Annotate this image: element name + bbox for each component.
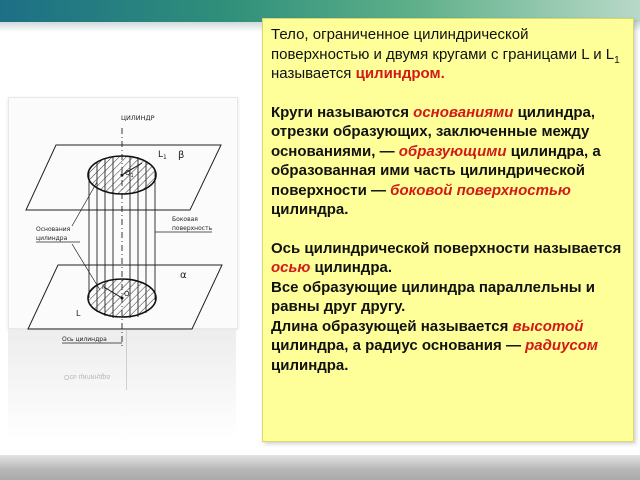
paragraph-bases-generators: Круги называются основаниями цилиндра, о…: [271, 103, 601, 219]
label-bases-line2: цилиндра: [36, 235, 68, 242]
definition-panel: Тело, ограниченное цилиндрической поверх…: [262, 18, 634, 442]
label-bases-line1: Основания: [36, 226, 71, 233]
label-alpha: α: [180, 270, 187, 281]
term-generators: образующими: [398, 142, 507, 160]
label-l: L: [76, 309, 81, 318]
term-bases: основаниями: [413, 103, 514, 121]
label-side-line1: Боковая: [172, 216, 198, 223]
label-r: R: [102, 284, 106, 291]
label-o: O: [124, 290, 130, 298]
paragraph-axis-height-radius: Ось цилиндрической поверхности называетс…: [271, 239, 622, 374]
paragraph-cylinder-definition: Тело, ограниченное цилиндрической поверх…: [271, 26, 620, 82]
center-o1-dot: [120, 173, 124, 177]
diagram-title: ЦИЛИНДР: [121, 114, 155, 122]
term-radius: радиусом: [525, 337, 599, 354]
term-axis: осью: [271, 259, 311, 276]
bottom-decor-bar: [0, 455, 640, 480]
term-lateral-surface: боковой поверхностью: [390, 181, 571, 199]
term-height: высотой: [512, 317, 584, 335]
label-axis: Ось цилиндра: [62, 336, 107, 343]
label-l1: L1: [158, 150, 167, 161]
label-beta: β: [178, 150, 184, 161]
label-side-line2: поверхность: [172, 225, 213, 232]
term-cylinder: цилиндром.: [355, 65, 445, 82]
